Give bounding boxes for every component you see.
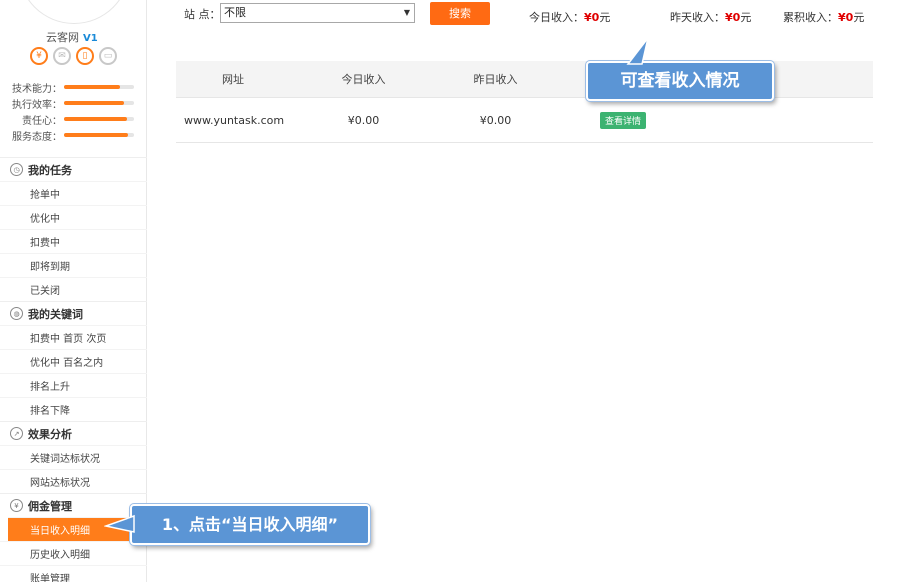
col-header-today: 今日收入: [341, 73, 386, 86]
skill-fill: [64, 133, 129, 137]
sidebar-item-keyword-status[interactable]: 关键词达标状况: [0, 445, 147, 469]
skill-fill: [64, 101, 124, 105]
sidebar-item-grabbing[interactable]: 抢单中: [0, 181, 147, 205]
site-label: 站 点：: [184, 8, 221, 21]
site-select[interactable]: 不限 ▼: [220, 3, 415, 23]
skill-efficiency: 执行效率：: [10, 95, 134, 111]
menu-section-analysis[interactable]: ↗ 效果分析: [0, 421, 147, 445]
col-header-url: 网址: [222, 73, 244, 86]
sidebar-item-optimizing[interactable]: 优化中: [0, 205, 147, 229]
chevron-down-icon: ▼: [403, 8, 410, 17]
sidebar: 云客网 V1 ¥ ✉ ▯ ▭ 技术能力： 执行效率： 责任心： 服务态度： ◷ …: [0, 0, 147, 582]
keyword-icon: ◍: [10, 307, 23, 320]
account-icon-row: ¥ ✉ ▯ ▭: [30, 47, 117, 65]
mail-icon[interactable]: ✉: [53, 47, 71, 65]
search-button[interactable]: 搜索: [430, 2, 490, 25]
skill-tech: 技术能力：: [10, 79, 134, 95]
callout-bottom-tail: [104, 514, 135, 533]
sidebar-item-bills[interactable]: 账单管理: [0, 565, 147, 582]
vip-badge: V1: [83, 33, 98, 44]
table-row: www.yuntask.com ¥0.00 ¥0.00 查看详情: [176, 98, 873, 143]
skill-service: 服务态度：: [10, 127, 134, 143]
skill-ratings: 技术能力： 执行效率： 责任心： 服务态度：: [10, 79, 134, 143]
row-url: www.yuntask.com: [184, 113, 285, 127]
chart-icon: ↗: [10, 427, 23, 440]
sidebar-item-rank-up[interactable]: 排名上升: [0, 373, 147, 397]
row-yesterday: ¥0.00: [479, 113, 512, 127]
sidebar-item-site-status[interactable]: 网站达标状况: [0, 469, 147, 493]
skill-fill: [64, 85, 120, 89]
menu-section-my-tasks[interactable]: ◷ 我的任务: [0, 157, 147, 181]
card-icon[interactable]: ▭: [99, 47, 117, 65]
yen-icon: ¥: [10, 499, 23, 512]
menu-section-my-keywords[interactable]: ◍ 我的关键词: [0, 301, 147, 325]
sidebar-item-closed[interactable]: 已关闭: [0, 277, 147, 301]
stat-yesterday: 昨天收入：¥0元: [670, 11, 752, 24]
view-detail-button[interactable]: 查看详情: [600, 111, 647, 129]
sidebar-item-charging-pages[interactable]: 扣费中 首页 次页: [0, 325, 147, 349]
page: 云客网 V1 ¥ ✉ ▯ ▭ 技术能力： 执行效率： 责任心： 服务态度： ◷ …: [0, 0, 900, 582]
callout-click-daily-income: 1、点击“当日收入明细”: [130, 504, 370, 545]
clock-icon: ◷: [10, 163, 23, 176]
skill-responsibility: 责任心：: [10, 111, 134, 127]
col-header-yesterday: 昨日收入: [473, 73, 518, 86]
callout-view-income: 可查看收入情况: [586, 61, 774, 101]
sidebar-item-expiring[interactable]: 即将到期: [0, 253, 147, 277]
stat-today: 今日收入：¥0元: [529, 11, 611, 24]
site-name: 云客网 V1: [46, 31, 98, 44]
avatar[interactable]: [18, 0, 130, 24]
sidebar-item-rank-down[interactable]: 排名下降: [0, 397, 147, 421]
sidebar-item-optimizing-top100[interactable]: 优化中 百名之内: [0, 349, 147, 373]
money-icon[interactable]: ¥: [30, 47, 48, 65]
row-today: ¥0.00: [347, 113, 380, 127]
callout-top-tail: [626, 37, 649, 65]
phone-icon[interactable]: ▯: [76, 47, 94, 65]
skill-fill: [64, 117, 127, 121]
stat-total: 累积收入：¥0元: [783, 11, 865, 24]
sidebar-item-history-income[interactable]: 历史收入明细: [0, 541, 147, 565]
sidebar-item-charging[interactable]: 扣费中: [0, 229, 147, 253]
